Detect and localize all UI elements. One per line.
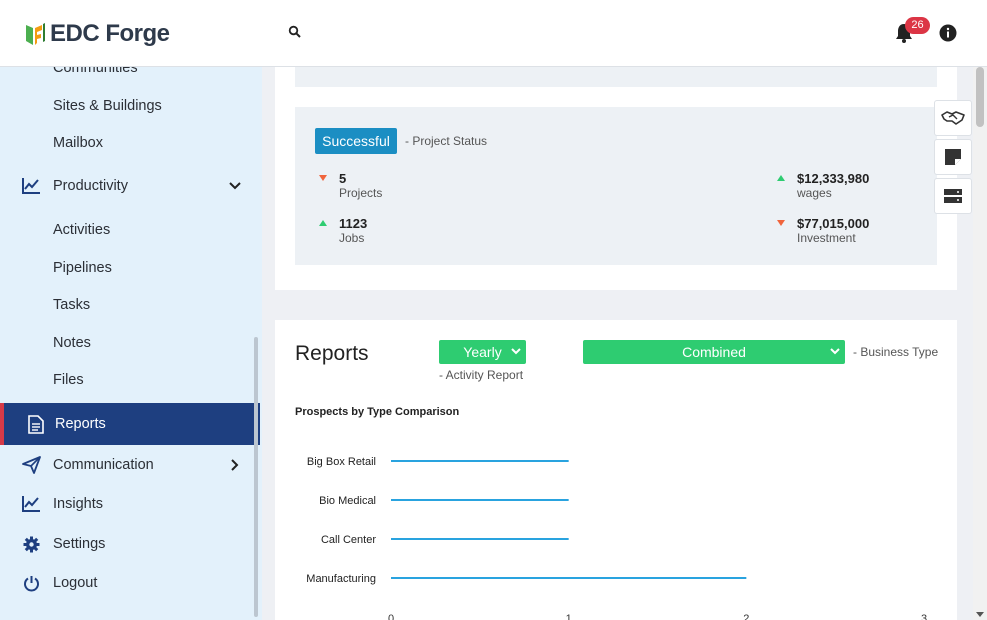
sidebar-item-label: Settings	[53, 536, 106, 552]
stat-value: $12,333,980	[797, 171, 870, 186]
category-label: Bio Medical	[319, 495, 376, 507]
x-tick-label: 3	[921, 613, 927, 620]
sticky-note-button[interactable]	[934, 139, 972, 175]
prospects-chart: Big Box Retail Bio Medical Call Center Manu…	[306, 456, 927, 620]
handshake-button[interactable]	[934, 100, 972, 136]
handshake-icon	[941, 111, 965, 125]
sidebar-item-communication[interactable]: Communication	[0, 446, 260, 484]
sidebar-item-label: Logout	[53, 575, 98, 591]
chevron-down-icon	[830, 348, 840, 355]
sidebar-item-label: Notes	[53, 335, 91, 351]
chevron-down-icon	[511, 348, 521, 355]
power-icon	[21, 573, 41, 593]
x-tick-label: 1	[566, 613, 572, 620]
sidebar-item-productivity[interactable]: Productivity	[0, 167, 260, 205]
sidebar-item-reports[interactable]: Reports	[0, 403, 260, 445]
chart-title: Prospects by Type Comparison	[295, 406, 460, 418]
info-icon[interactable]	[939, 24, 957, 42]
top-header: EDC Forge 26	[0, 0, 987, 67]
reports-title: Reports	[295, 342, 369, 365]
period-caption: - Activity Report	[439, 368, 524, 382]
sidebar-item-label: Activities	[53, 222, 111, 238]
category-label: Manufacturing	[306, 573, 376, 585]
sidebar-item-label: Communities	[53, 67, 138, 76]
trend-down-icon	[777, 220, 785, 226]
main-content: Successful - Project Status 5 Projects 1…	[262, 67, 973, 620]
sidebar-item-label: Reports	[55, 416, 106, 432]
period-select-value: Yearly	[463, 344, 502, 360]
stat-label: wages	[797, 186, 832, 200]
period-select[interactable]: Yearly	[439, 340, 526, 364]
stat-value: 5	[339, 171, 347, 186]
business-type-caption: - Business Type	[853, 345, 939, 359]
sidebar-item-activities[interactable]: Activities	[0, 211, 260, 249]
gear-icon	[21, 534, 41, 554]
category-label: Call Center	[321, 534, 376, 546]
status-box: Successful - Project Status 5 Projects 1…	[295, 107, 937, 265]
logo-text: EDC Forge	[50, 20, 170, 47]
chart-line-icon	[21, 494, 41, 514]
trend-up-icon	[319, 220, 327, 226]
scroll-down-arrow[interactable]	[976, 612, 984, 617]
category-label: Big Box Retail	[307, 456, 376, 468]
server-icon	[944, 189, 962, 203]
sidebar-item-label: Mailbox	[53, 135, 103, 151]
stat-label: Jobs	[339, 231, 365, 245]
bar[interactable]	[391, 577, 747, 579]
chevron-right-icon	[231, 459, 239, 471]
logo[interactable]: EDC Forge	[24, 20, 170, 48]
document-icon	[26, 414, 46, 434]
sidebar-item-communities[interactable]: Communities	[0, 67, 260, 87]
trend-up-icon	[777, 175, 785, 181]
logo-mark-icon	[26, 23, 45, 45]
sidebar-scrollbar[interactable]	[254, 337, 258, 617]
sticky-note-icon	[945, 149, 961, 165]
sidebar-item-label: Tasks	[53, 297, 91, 313]
server-button[interactable]	[934, 178, 972, 214]
sidebar-item-label: Sites & Buildings	[53, 98, 162, 114]
scrollbar-thumb[interactable]	[976, 67, 984, 127]
sidebar-item-sites-buildings[interactable]: Sites & Buildings	[0, 87, 260, 125]
sidebar: Communities Sites & Buildings Mailbox Pr…	[0, 67, 262, 620]
sidebar-item-label: Files	[53, 372, 84, 388]
paper-plane-icon	[21, 455, 41, 475]
sidebar-item-settings[interactable]: Settings	[0, 525, 260, 563]
x-tick-label: 2	[743, 613, 749, 620]
reports-card: Reports Yearly - Activity Report Combine…	[275, 320, 957, 620]
notification-badge: 26	[905, 17, 930, 34]
sidebar-item-insights[interactable]: Insights	[0, 485, 260, 523]
top-strip	[295, 67, 937, 87]
sidebar-item-label: Pipelines	[53, 260, 112, 276]
bar[interactable]	[391, 460, 569, 462]
x-tick-label: 0	[388, 613, 394, 620]
sidebar-item-label: Productivity	[53, 178, 128, 194]
search-icon[interactable]	[288, 25, 302, 39]
sidebar-item-label: Communication	[53, 457, 154, 473]
stat-value: $77,015,000	[797, 216, 870, 231]
sidebar-item-notes[interactable]: Notes	[0, 324, 260, 362]
sidebar-item-logout[interactable]: Logout	[0, 564, 260, 602]
status-badge[interactable]: Successful	[315, 128, 397, 154]
chart-line-icon	[21, 176, 41, 196]
project-status-card: Successful - Project Status 5 Projects 1…	[275, 67, 957, 290]
sidebar-item-tasks[interactable]: Tasks	[0, 286, 260, 324]
sidebar-item-label: Insights	[53, 496, 103, 512]
trend-down-icon	[319, 175, 327, 181]
sidebar-item-files[interactable]: Files	[0, 361, 260, 399]
stat-label: Investment	[797, 231, 856, 245]
bar[interactable]	[391, 538, 569, 540]
stat-label: Projects	[339, 186, 383, 200]
chevron-down-icon	[229, 182, 241, 190]
business-type-select-value: Combined	[682, 344, 746, 360]
business-type-select[interactable]: Combined	[583, 340, 845, 364]
sidebar-item-mailbox[interactable]: Mailbox	[0, 124, 260, 162]
status-caption: - Project Status	[405, 134, 488, 148]
stat-value: 1123	[339, 216, 368, 231]
page-scrollbar[interactable]	[973, 67, 987, 620]
bar[interactable]	[391, 499, 569, 501]
sidebar-item-pipelines[interactable]: Pipelines	[0, 249, 260, 287]
